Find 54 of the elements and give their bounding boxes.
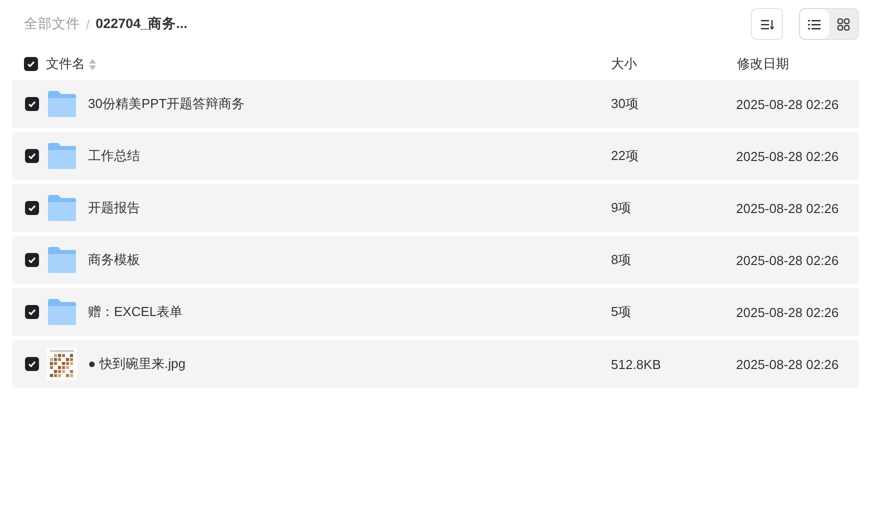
file-name[interactable]: ● 快到碗里来.jpg xyxy=(88,355,186,373)
check-icon xyxy=(27,255,37,265)
breadcrumb-separator: / xyxy=(86,16,90,32)
file-name[interactable]: 开题报告 xyxy=(88,199,140,217)
breadcrumb-item: 022704_商务... xyxy=(96,15,188,33)
checkbox[interactable] xyxy=(24,57,38,71)
checkbox[interactable] xyxy=(25,253,39,267)
file-size: 512.8KB xyxy=(611,356,662,372)
file-name[interactable]: 赠：EXCEL表单 xyxy=(88,303,183,321)
file-row[interactable]: 工作总结 22项 2025-08-28 02:26 xyxy=(12,132,859,180)
folder-icon xyxy=(47,142,77,170)
file-row[interactable]: 30份精美PPT开题答辩商务 30项 2025-08-28 02:26 xyxy=(12,80,859,128)
file-row[interactable]: 商务模板 8项 2025-08-28 02:26 xyxy=(12,236,859,284)
check-icon xyxy=(27,151,37,161)
file-row[interactable]: 赠：EXCEL表单 5项 2025-08-28 02:26 xyxy=(12,288,859,336)
sort-button[interactable] xyxy=(751,8,783,40)
file-size: 5项 xyxy=(611,303,632,321)
modified-date: 2025-08-28 02:26 xyxy=(736,304,840,320)
modified-date: 2025-08-28 02:26 xyxy=(736,148,840,164)
column-header[interactable]: 文件名 xyxy=(46,55,85,73)
modified-date: 2025-08-28 02:26 xyxy=(736,200,840,216)
column-header: 大小 xyxy=(611,55,638,73)
modified-date: 2025-08-28 02:26 xyxy=(736,96,840,112)
check-icon xyxy=(27,307,37,317)
modified-date: 2025-08-28 02:26 xyxy=(736,252,840,268)
checkbox[interactable] xyxy=(25,97,39,111)
checkbox[interactable] xyxy=(25,305,39,319)
check-icon xyxy=(26,59,36,69)
file-row[interactable]: ● 快到碗里来.jpg 512.8KB 2025-08-28 02:26 xyxy=(12,340,859,388)
column-header: 修改日期 xyxy=(737,55,790,73)
check-icon xyxy=(27,203,37,213)
file-name[interactable]: 工作总结 xyxy=(88,147,140,165)
sort-icon xyxy=(760,18,774,30)
check-icon xyxy=(27,359,37,369)
checkbox[interactable] xyxy=(25,357,39,371)
list-icon xyxy=(808,18,821,30)
grid-icon xyxy=(837,18,850,30)
folder-icon xyxy=(47,194,77,222)
file-size: 22项 xyxy=(611,147,640,165)
grid-view-button[interactable] xyxy=(829,9,858,39)
folder-icon xyxy=(47,90,77,118)
checkbox[interactable] xyxy=(25,149,39,163)
file-name[interactable]: 商务模板 xyxy=(88,251,140,269)
folder-icon xyxy=(47,246,77,274)
file-size: 9项 xyxy=(611,199,632,217)
modified-date: 2025-08-28 02:26 xyxy=(736,356,840,372)
file-row[interactable]: 开题报告 9项 2025-08-28 02:26 xyxy=(12,184,859,232)
check-icon xyxy=(27,99,37,109)
checkbox[interactable] xyxy=(25,201,39,215)
file-size: 30项 xyxy=(611,95,640,113)
file-size: 8项 xyxy=(611,251,632,269)
folder-icon xyxy=(47,298,77,326)
file-name[interactable]: 30份精美PPT开题答辩商务 xyxy=(88,95,245,113)
list-view-button[interactable] xyxy=(800,9,829,39)
